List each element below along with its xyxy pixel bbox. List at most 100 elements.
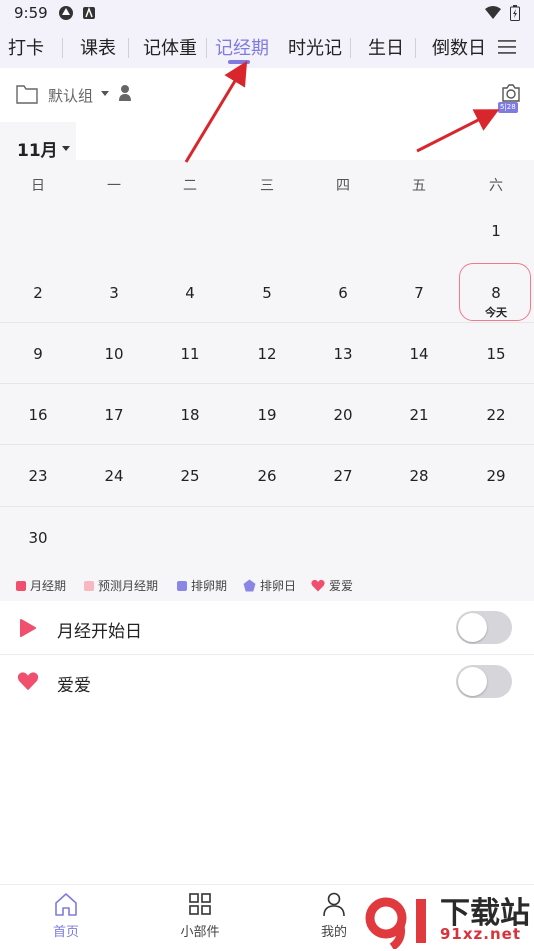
calendar-divider <box>0 506 534 507</box>
weekday-sat: 六 <box>489 178 503 194</box>
calendar-day[interactable]: 4 <box>152 284 228 302</box>
calendar-day[interactable]: 29 <box>458 467 534 485</box>
home-icon <box>55 893 77 916</box>
calendar-divider <box>0 383 534 384</box>
tab-bar: 打卡 课表 记体重 记经期 时光记 生日 倒数日 <box>0 28 534 68</box>
legend-predicted-period: 预测月经期 <box>84 577 158 594</box>
person-icon[interactable] <box>118 84 132 102</box>
pentagon-icon <box>243 579 256 592</box>
weekday-sun: 日 <box>31 178 45 194</box>
calendar-day[interactable]: 28 <box>381 467 457 485</box>
a-notification-icon <box>83 6 95 19</box>
calendar-day[interactable]: 5 <box>229 284 305 302</box>
calendar-day[interactable]: 3 <box>76 284 152 302</box>
calendar-day[interactable]: 16 <box>0 406 76 424</box>
cycle-badge: 5|28 <box>498 102 518 113</box>
ovulation-swatch <box>177 580 187 591</box>
legend-label: 排卵期 <box>191 579 228 593</box>
period-start-toggle[interactable] <box>456 611 512 644</box>
period-settings: 月经开始日 爱爱 <box>0 601 534 708</box>
calendar-grid: 1 2 3 4 5 6 7 8 9 10 11 12 13 14 15 16 17 18 19 20 21 22 23 24 2… <box>0 200 534 568</box>
calendar-day[interactable]: 10 <box>76 345 152 363</box>
legend-ovulation-day: 排卵日 <box>243 577 296 594</box>
tab-period[interactable]: 记经期 <box>215 34 269 60</box>
flag-icon <box>20 619 36 637</box>
legend-love: 爱爱 <box>311 577 353 594</box>
nav-profile[interactable]: 我的 <box>294 891 374 940</box>
calendar-divider <box>0 322 534 323</box>
tab-time-journal[interactable]: 时光记 <box>288 34 342 60</box>
predicted-swatch <box>84 580 94 591</box>
tab-checkin[interactable]: 打卡 <box>8 34 44 60</box>
legend-label: 预测月经期 <box>98 579 159 593</box>
weekday-wed: 三 <box>260 178 274 194</box>
nav-home[interactable]: 首页 <box>26 891 106 940</box>
group-selector[interactable]: 默认组 <box>48 85 93 106</box>
calendar-day[interactable]: 19 <box>229 406 305 424</box>
chevron-down-icon[interactable] <box>62 146 70 151</box>
weekday-thu: 四 <box>336 178 350 194</box>
calendar-day[interactable]: 23 <box>0 467 76 485</box>
heart-icon <box>311 579 325 592</box>
nav-widgets-label: 小部件 <box>180 925 220 940</box>
widgets-icon <box>189 893 211 915</box>
tab-timetable[interactable]: 课表 <box>80 34 116 60</box>
legend-label: 爱爱 <box>329 579 354 593</box>
tab-separator <box>62 38 63 58</box>
nav-home-label: 首页 <box>52 925 79 940</box>
calendar-day[interactable]: 20 <box>305 406 381 424</box>
calendar-day[interactable]: 17 <box>76 406 152 424</box>
calendar-day[interactable]: 2 <box>0 284 76 302</box>
calendar-day[interactable]: 1 <box>458 222 534 240</box>
status-system-icons <box>484 5 520 21</box>
nav-profile-label: 我的 <box>320 925 347 940</box>
calendar-day[interactable]: 15 <box>458 345 534 363</box>
person-icon <box>323 892 345 917</box>
month-selector[interactable]: 11月 <box>17 136 58 161</box>
weekday-header: 日 一 二 三 四 五 六 <box>0 168 534 200</box>
status-notification-icons <box>58 5 96 21</box>
menu-icon[interactable] <box>496 36 518 58</box>
calendar-day[interactable]: 12 <box>229 345 305 363</box>
heart-icon <box>17 672 39 691</box>
status-bar: 9:59 <box>0 0 534 28</box>
tab-separator <box>350 38 351 58</box>
calendar-day[interactable]: 18 <box>152 406 228 424</box>
calendar-divider <box>0 444 534 445</box>
weekday-mon: 一 <box>107 178 121 194</box>
status-time: 9:59 <box>14 4 48 22</box>
app-notification-icon <box>59 6 73 20</box>
month-header-bar <box>76 122 534 160</box>
tab-birthday[interactable]: 生日 <box>368 34 404 60</box>
camera-icon[interactable] <box>500 84 522 102</box>
love-row[interactable]: 爱爱 <box>0 655 534 708</box>
folder-icon[interactable] <box>16 84 38 104</box>
today-label: 今天 <box>485 306 507 319</box>
calendar-day[interactable]: 25 <box>152 467 228 485</box>
tab-separator <box>206 38 207 58</box>
period-start-row[interactable]: 月经开始日 <box>0 601 534 655</box>
calendar-day[interactable]: 27 <box>305 467 381 485</box>
calendar-day[interactable]: 13 <box>305 345 381 363</box>
calendar-day[interactable]: 26 <box>229 467 305 485</box>
legend-label: 排卵日 <box>260 579 297 593</box>
calendar-day[interactable]: 9 <box>0 345 76 363</box>
tab-countdown[interactable]: 倒数日 <box>432 34 486 60</box>
calendar-day[interactable]: 7 <box>381 284 457 302</box>
calendar-day[interactable]: 6 <box>305 284 381 302</box>
calendar-day[interactable]: 21 <box>381 406 457 424</box>
calendar-day[interactable]: 14 <box>381 345 457 363</box>
calendar-day[interactable]: 11 <box>152 345 228 363</box>
chevron-down-icon[interactable] <box>101 91 109 96</box>
weekday-fri: 五 <box>412 178 426 194</box>
tab-weight[interactable]: 记体重 <box>143 34 197 60</box>
calendar-day[interactable]: 30 <box>0 529 76 547</box>
legend-label: 月经期 <box>30 579 67 593</box>
calendar-day[interactable]: 24 <box>76 467 152 485</box>
tab-separator <box>415 38 416 58</box>
calendar-day[interactable]: 22 <box>458 406 534 424</box>
legend: 月经期 预测月经期 排卵期 排卵日 爱爱 <box>0 568 534 600</box>
nav-widgets[interactable]: 小部件 <box>160 891 240 940</box>
love-toggle[interactable] <box>456 665 512 698</box>
tab-separator <box>128 38 129 58</box>
